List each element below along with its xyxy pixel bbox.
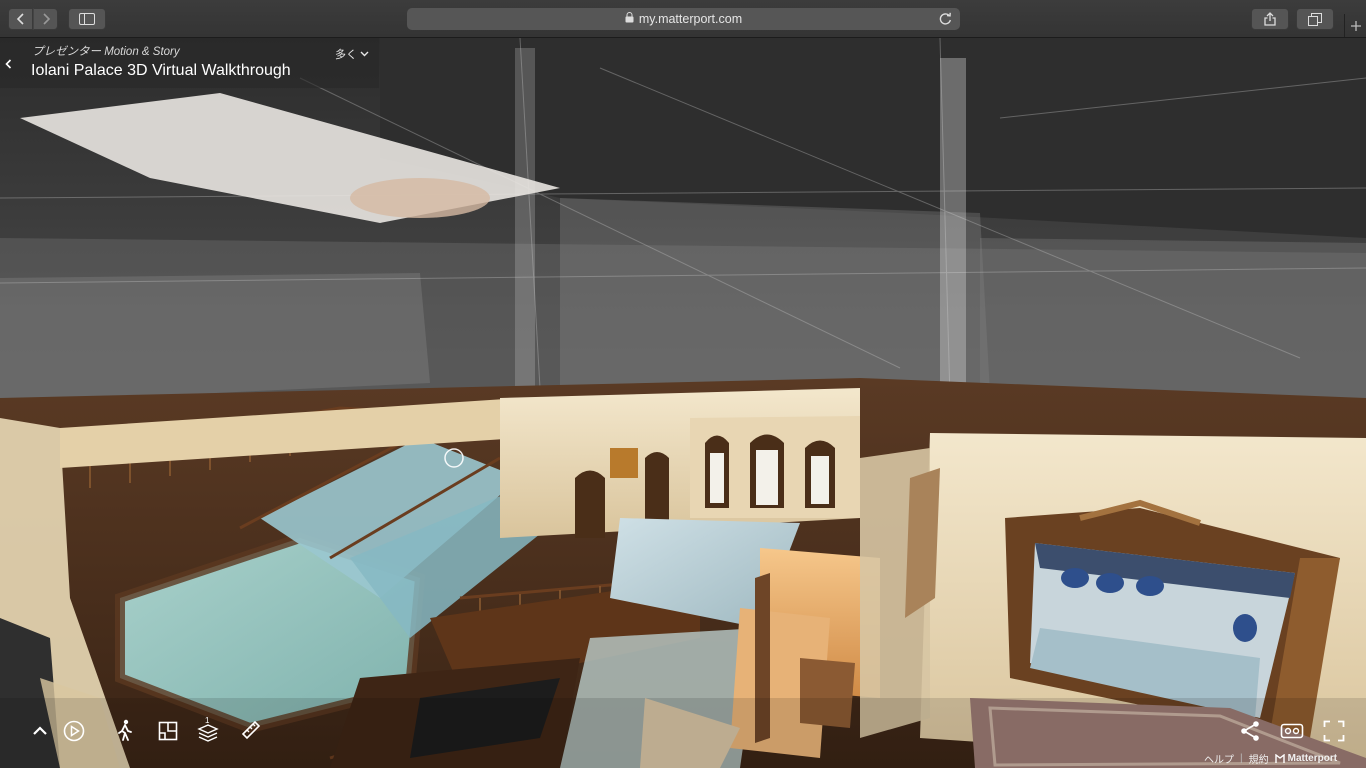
collapse-panel-button[interactable]: [5, 56, 12, 72]
chevron-down-icon: [360, 51, 369, 57]
tabs-icon: [1308, 12, 1322, 26]
tab-overview-button[interactable]: [1296, 8, 1334, 30]
matterport-logo-icon: [1274, 753, 1285, 763]
presenter-line: プレゼンター Motion & Story: [32, 43, 180, 59]
walk-icon: [118, 719, 132, 741]
browser-toolbar: my.matterport.com: [0, 0, 1366, 38]
back-button[interactable]: [8, 8, 33, 30]
expand-controls-button[interactable]: [27, 718, 53, 744]
url-text: my.matterport.com: [638, 12, 743, 26]
chevron-right-icon: [42, 13, 50, 25]
share-box-icon: [1264, 12, 1276, 26]
share-icon: [1241, 721, 1259, 741]
address-bar[interactable]: my.matterport.com: [407, 8, 960, 30]
measure-button[interactable]: [238, 717, 264, 743]
chevron-left-icon: [5, 59, 12, 69]
sidebar-icon: [79, 13, 95, 25]
presenter-prefix: プレゼンター: [32, 46, 101, 58]
tour-title-panel: プレゼンター Motion & Story Iolani Palace 3D V…: [0, 38, 379, 88]
footer-links: ヘルプ | 規約 Matterport: [1204, 751, 1337, 766]
new-tab-button[interactable]: [1344, 14, 1366, 37]
lock-icon: [625, 12, 634, 26]
chevron-left-icon: [16, 13, 24, 25]
chevron-up-icon: [33, 726, 47, 735]
dollhouse-icon: [158, 721, 178, 741]
fullscreen-icon: [1323, 720, 1345, 742]
floorplan-button[interactable]: [155, 718, 181, 744]
dollhouse-view[interactable]: [0, 38, 1366, 768]
fullscreen-button[interactable]: [1321, 718, 1347, 744]
matterport-brand[interactable]: Matterport: [1274, 753, 1338, 764]
footer-separator: |: [1240, 753, 1243, 764]
more-label: 多く: [335, 49, 357, 61]
floors-button[interactable]: [195, 720, 221, 746]
tour-title: Iolani Palace 3D Virtual Walkthrough: [31, 62, 291, 79]
inside-view-button[interactable]: [112, 717, 138, 743]
brand-label: Matterport: [1287, 753, 1338, 764]
play-icon: [63, 720, 85, 742]
floors-icon: [197, 724, 219, 742]
history-nav: [8, 8, 58, 30]
more-button[interactable]: 多く: [335, 46, 369, 62]
forward-button[interactable]: [33, 8, 58, 30]
share-button[interactable]: [1237, 718, 1263, 744]
sidebar-toggle-button[interactable]: [68, 8, 106, 30]
tour-viewport[interactable]: プレゼンター Motion & Story Iolani Palace 3D V…: [0, 38, 1366, 768]
plus-icon: [1351, 20, 1361, 31]
play-button[interactable]: [61, 718, 87, 744]
browser-share-button[interactable]: [1251, 8, 1289, 30]
terms-link[interactable]: 規約: [1249, 751, 1269, 766]
measure-icon: [241, 720, 261, 740]
help-link[interactable]: ヘルプ: [1204, 751, 1234, 766]
vr-button[interactable]: [1279, 718, 1305, 744]
presenter-name[interactable]: Motion & Story: [104, 46, 179, 58]
vr-icon: [1280, 723, 1304, 739]
reload-icon[interactable]: [939, 12, 952, 28]
